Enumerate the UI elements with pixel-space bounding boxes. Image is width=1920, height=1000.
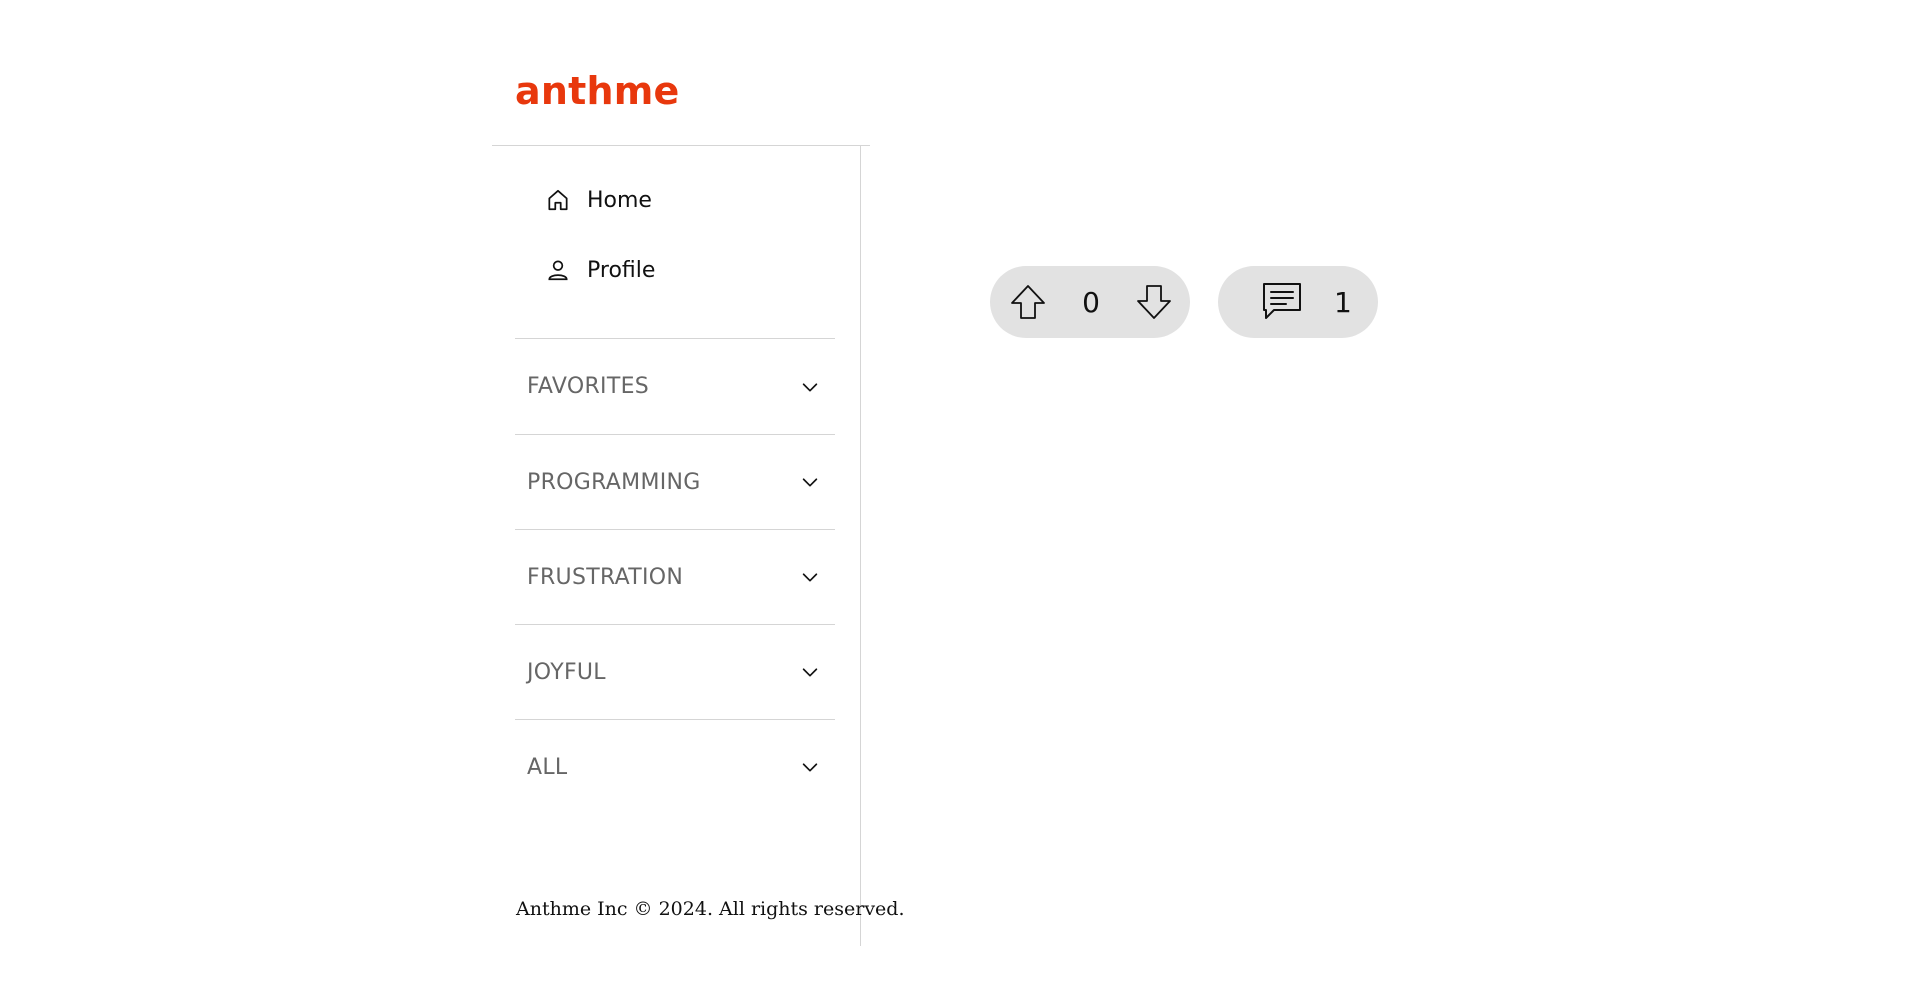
comment-icon xyxy=(1263,283,1301,319)
brand-logo[interactable]: anthme xyxy=(515,72,679,110)
footer-copyright: Anthme Inc © 2024. All rights reserved. xyxy=(516,898,905,920)
category-frustration[interactable]: FRUSTRATION xyxy=(515,529,835,624)
sidebar-nav: Home Profile xyxy=(545,172,655,312)
upvote-arrow-icon[interactable] xyxy=(1008,282,1048,322)
chevron-down-icon xyxy=(802,763,818,772)
category-programming[interactable]: PROGRAMMING xyxy=(515,434,835,529)
chevron-down-icon xyxy=(802,668,818,677)
chevron-down-icon xyxy=(802,382,818,391)
user-icon xyxy=(548,260,568,281)
category-list: FAVORITES PROGRAMMING FRUSTRATION JOYFUL… xyxy=(515,338,835,814)
nav-item-profile[interactable]: Profile xyxy=(545,242,655,298)
nav-item-label: Home xyxy=(587,187,652,213)
nav-item-home[interactable]: Home xyxy=(545,172,655,228)
category-all[interactable]: ALL xyxy=(515,719,835,814)
header-divider xyxy=(492,145,870,146)
chevron-down-icon xyxy=(802,573,818,582)
category-label: JOYFUL xyxy=(527,659,606,685)
category-favorites[interactable]: FAVORITES xyxy=(515,338,835,434)
category-label: PROGRAMMING xyxy=(527,469,701,495)
downvote-arrow-icon[interactable] xyxy=(1134,282,1174,322)
vote-count: 0 xyxy=(1082,285,1100,319)
home-icon xyxy=(548,189,568,211)
vote-control: 0 xyxy=(990,266,1190,338)
category-label: FAVORITES xyxy=(527,374,650,399)
category-label: FRUSTRATION xyxy=(527,564,684,590)
chevron-down-icon xyxy=(802,478,818,487)
comment-count: 1 xyxy=(1334,285,1352,319)
comment-button[interactable]: 1 xyxy=(1218,266,1378,338)
category-joyful[interactable]: JOYFUL xyxy=(515,624,835,719)
nav-item-label: Profile xyxy=(587,257,656,283)
category-label: ALL xyxy=(527,754,568,780)
sidebar-border xyxy=(860,146,861,946)
